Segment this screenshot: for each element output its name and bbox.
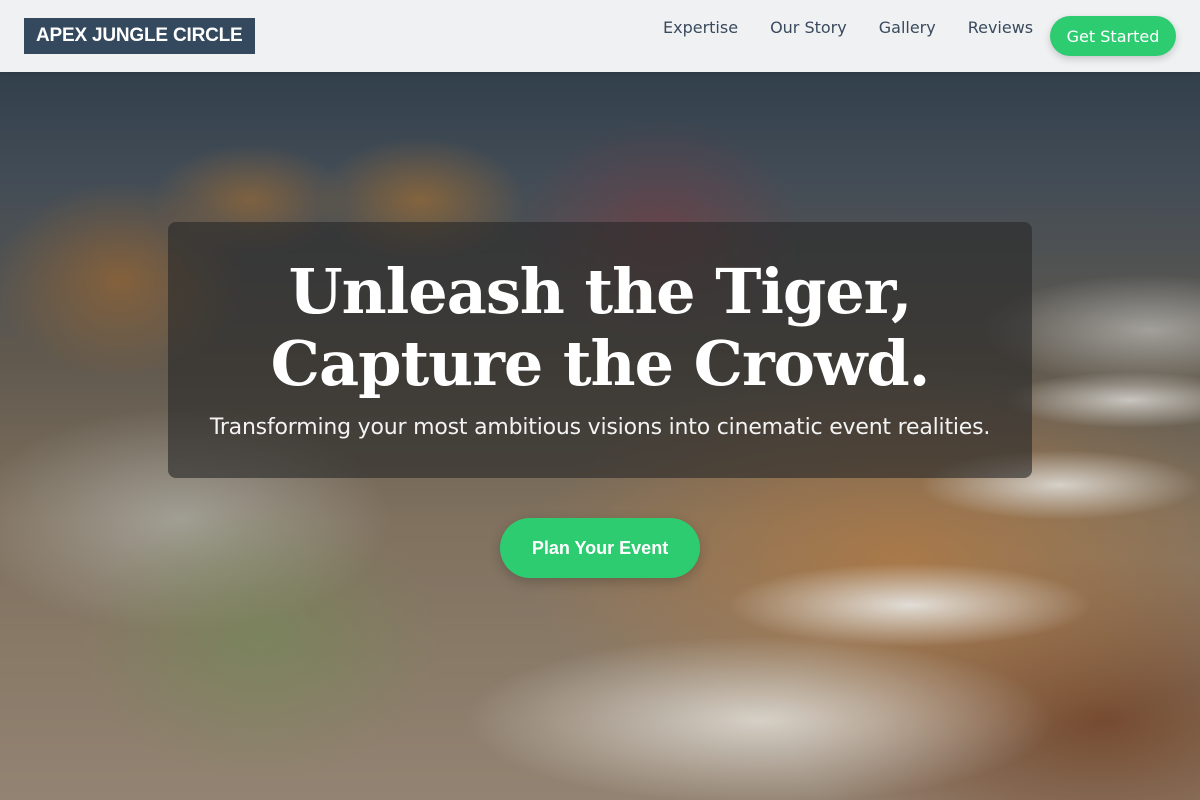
- nav-link-our-story[interactable]: Our Story: [770, 18, 847, 38]
- hero-subtitle: Transforming your most ambitious visions…: [209, 415, 991, 440]
- main-nav: Expertise Our Story Gallery Reviews: [663, 18, 1033, 38]
- nav-link-expertise[interactable]: Expertise: [663, 18, 738, 38]
- plan-your-event-button[interactable]: Plan Your Event: [500, 518, 700, 578]
- site-header: APEX JUNGLE CIRCLE Expertise Our Story G…: [0, 0, 1200, 72]
- nav-link-reviews[interactable]: Reviews: [968, 18, 1033, 38]
- page: APEX JUNGLE CIRCLE Expertise Our Story G…: [0, 0, 1200, 800]
- get-started-button[interactable]: Get Started: [1050, 16, 1176, 56]
- nav-link-gallery[interactable]: Gallery: [879, 18, 936, 38]
- site-logo[interactable]: APEX JUNGLE CIRCLE: [24, 18, 255, 54]
- hero-card: Unleash the Tiger, Capture the Crowd. Tr…: [168, 222, 1032, 478]
- hero-title: Unleash the Tiger, Capture the Crowd.: [168, 256, 1032, 400]
- hero-title-line-1: Unleash the Tiger,: [288, 255, 913, 328]
- hero-title-line-2: Capture the Crowd.: [270, 327, 931, 400]
